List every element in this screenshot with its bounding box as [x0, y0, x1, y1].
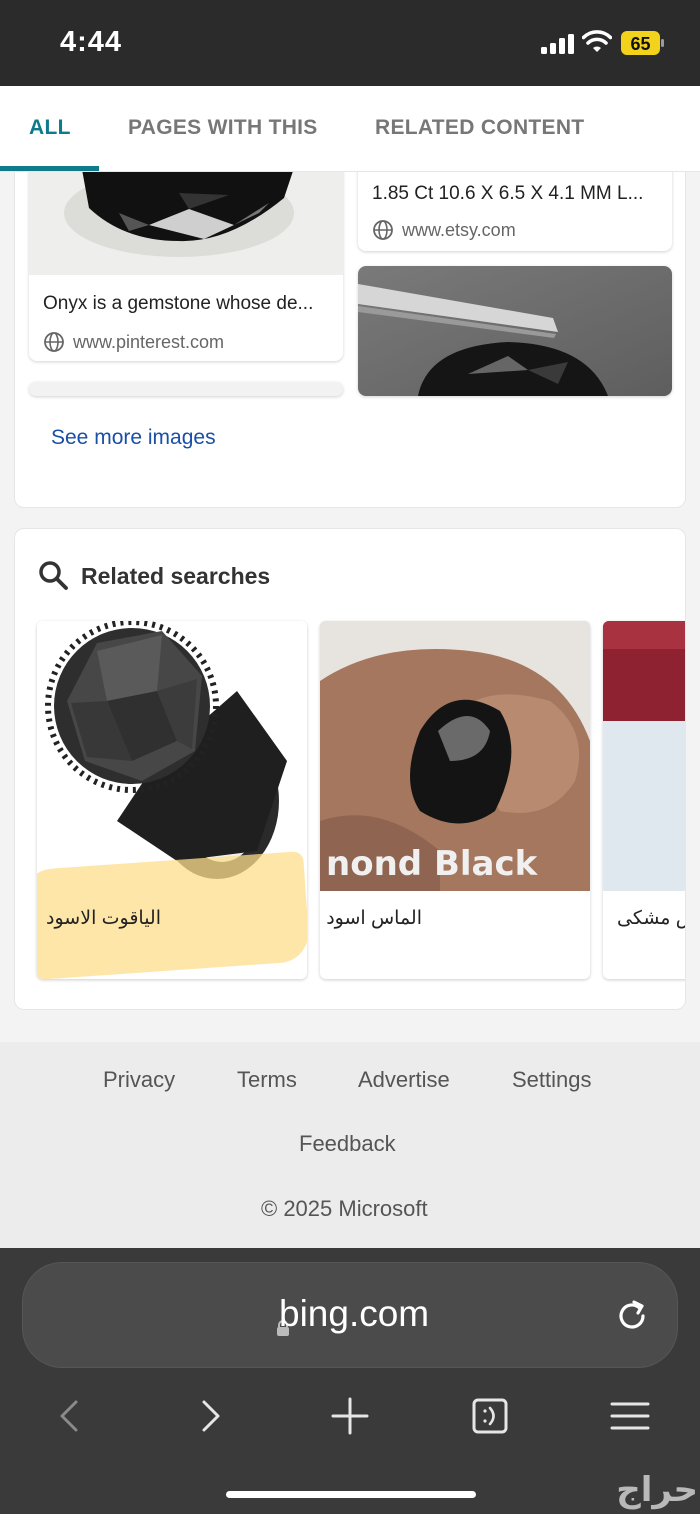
- image-overlay-text: nond Black: [326, 844, 539, 884]
- footer-link-advertise[interactable]: Advertise: [358, 1067, 450, 1093]
- url-text: bing.com: [279, 1293, 430, 1334]
- footer-link-feedback[interactable]: Feedback: [299, 1131, 396, 1157]
- image-result-domain: www.etsy.com: [402, 219, 516, 240]
- image-result-title: 1.85 Ct 10.6 X 6.5 X 4.1 MM L...: [372, 183, 644, 204]
- related-search-item[interactable]: الماس مشکی: [603, 621, 685, 979]
- status-time: 4:44: [60, 26, 123, 58]
- related-search-label: الماس اسود: [326, 908, 422, 929]
- related-search-thumbnail: nond Black: [320, 621, 590, 891]
- black-ring-image: [37, 621, 307, 891]
- search-icon: [39, 561, 68, 590]
- haraj-watermark: حراج: [616, 1471, 698, 1509]
- footer-link-privacy[interactable]: Privacy: [103, 1067, 175, 1093]
- status-bar: 4:44 65: [0, 0, 700, 86]
- globe-icon: [373, 220, 393, 240]
- tab-pages-with-this[interactable]: PAGES WITH THIS: [128, 116, 318, 140]
- related-search-thumbnail: [603, 621, 685, 891]
- related-search-label: الماس مشکی: [617, 908, 685, 929]
- black-gemstone-image: [29, 172, 343, 275]
- image-result-etsy[interactable]: 1.85 Ct 10.6 X 6.5 X 4.1 MM L... www.ets…: [358, 172, 672, 251]
- related-search-thumbnail: [37, 621, 307, 891]
- tab-related-content[interactable]: RELATED CONTENT: [375, 116, 584, 140]
- menu-icon[interactable]: [608, 1394, 652, 1438]
- related-search-item[interactable]: nond Black الماس اسود: [320, 621, 590, 979]
- battery-level: 65: [630, 34, 650, 54]
- browser-toolbar: bing.com حراج: [0, 1248, 700, 1514]
- reload-icon[interactable]: [613, 1297, 651, 1335]
- tabs-icon[interactable]: [468, 1394, 512, 1438]
- home-indicator: [226, 1491, 476, 1498]
- results-content[interactable]: Onyx is a gemstone whose de... www.pinte…: [0, 172, 700, 1042]
- new-tab-icon[interactable]: [328, 1394, 372, 1438]
- image-result-partial[interactable]: [29, 382, 343, 396]
- search-tabs: ALL PAGES WITH THIS RELATED CONTENT: [0, 86, 700, 172]
- footer-link-settings[interactable]: Settings: [512, 1067, 592, 1093]
- tab-all[interactable]: ALL: [29, 116, 71, 140]
- battery-icon: 65: [621, 31, 664, 55]
- globe-icon: [44, 332, 64, 352]
- rough-black-diamond-image: nond Black: [320, 621, 590, 891]
- image-result-source: www.etsy.com: [372, 219, 516, 241]
- footer-link-terms[interactable]: Terms: [237, 1067, 297, 1093]
- back-icon[interactable]: [48, 1394, 92, 1438]
- active-tab-indicator: [0, 166, 99, 171]
- cellular-signal-icon: [541, 34, 574, 54]
- related-search-item[interactable]: الياقوت الاسود: [37, 621, 307, 979]
- image-result-title: Onyx is a gemstone whose de...: [43, 293, 314, 314]
- image-result-tweezers[interactable]: [358, 266, 672, 396]
- visual-matches-card: Onyx is a gemstone whose de... www.pinte…: [14, 172, 686, 508]
- related-searches-title: Related searches: [81, 563, 271, 589]
- address-bar[interactable]: bing.com: [22, 1262, 678, 1368]
- related-searches-card: Related searches الياقوت الاسود nond Bla…: [14, 528, 686, 1010]
- gem-in-tweezers-image: [358, 266, 672, 396]
- image-result-source: www.pinterest.com: [43, 331, 224, 353]
- page-footer: Privacy Terms Advertise Settings Feedbac…: [0, 1042, 700, 1248]
- image-result-domain: www.pinterest.com: [73, 331, 225, 352]
- related-search-label: الياقوت الاسود: [46, 908, 161, 929]
- jewelry-box-image: [603, 621, 685, 891]
- forward-icon[interactable]: [188, 1394, 232, 1438]
- image-result-thumbnail: [29, 172, 343, 275]
- wifi-icon: [582, 30, 612, 52]
- footer-copyright: © 2025 Microsoft: [261, 1196, 428, 1221]
- see-more-images-link[interactable]: See more images: [51, 426, 216, 450]
- image-result-pinterest[interactable]: Onyx is a gemstone whose de... www.pinte…: [29, 172, 343, 361]
